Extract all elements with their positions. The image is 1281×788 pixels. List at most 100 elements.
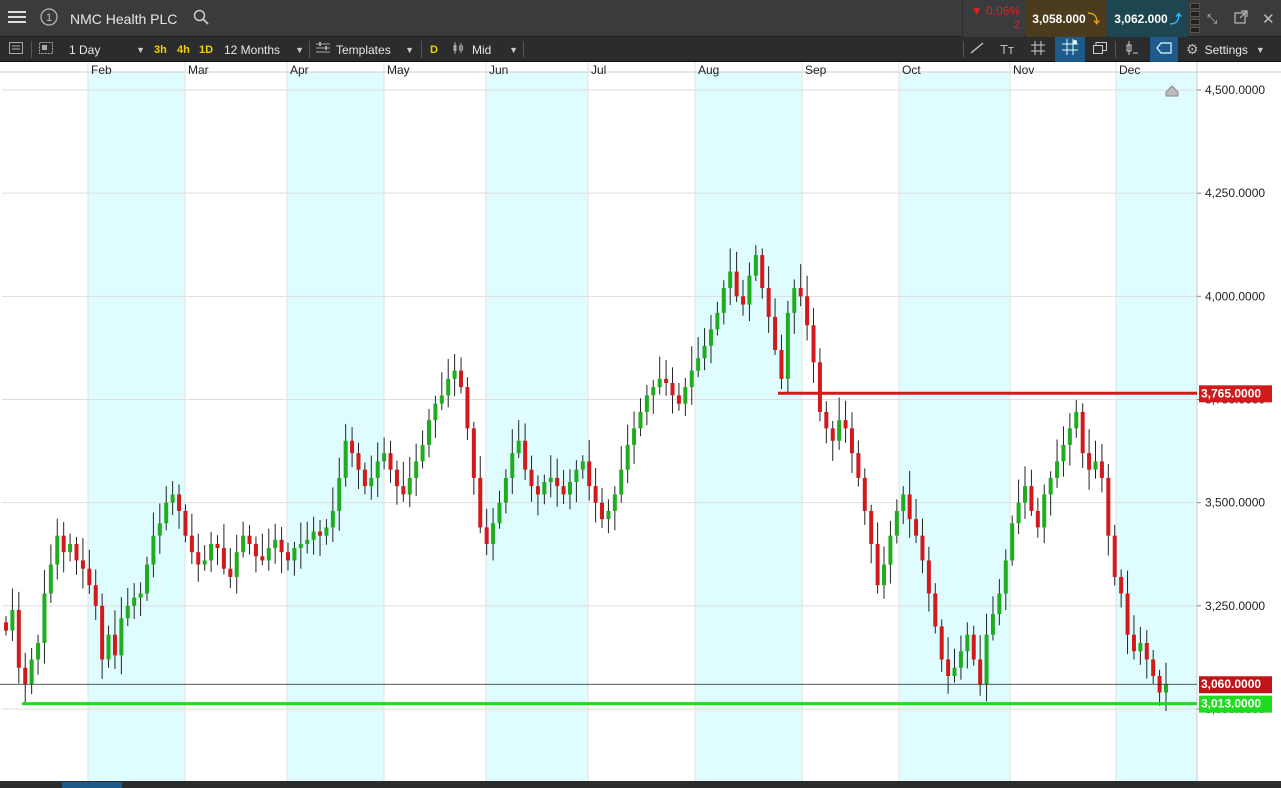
- crosshair-button[interactable]: [1055, 37, 1085, 62]
- draw-line-button[interactable]: [970, 37, 984, 62]
- candle-body: [920, 535, 925, 561]
- candle-body: [785, 312, 790, 379]
- scroll-thumb: [62, 782, 122, 788]
- month-label: Feb: [91, 63, 112, 77]
- windows-button[interactable]: [1093, 37, 1107, 62]
- interval-select[interactable]: 1 Day ▼: [69, 37, 145, 62]
- candle-body: [452, 370, 457, 379]
- candle-body: [260, 556, 265, 561]
- candle-body: [16, 609, 21, 668]
- candle-body: [196, 552, 201, 565]
- candle-body: [112, 634, 117, 656]
- candle-body: [683, 387, 688, 404]
- chevron-down-icon: ▼: [405, 44, 414, 55]
- candle-body: [715, 312, 720, 330]
- close-button[interactable]: ✕: [1262, 0, 1275, 37]
- candle-body: [708, 329, 713, 346]
- candle-body: [503, 477, 508, 503]
- settings-button[interactable]: ⚙ Settings ▼: [1186, 37, 1265, 62]
- d-button[interactable]: D: [430, 37, 438, 62]
- text-tool-button[interactable]: Tт: [1000, 37, 1014, 62]
- indicator-button[interactable]: [1124, 37, 1138, 62]
- top-bar: 1 NMC Health PLC ▼ 0.06% 2 3,058.000 ⤵ 3…: [0, 0, 1281, 37]
- candle-body: [914, 519, 919, 536]
- candle-body: [1106, 477, 1111, 536]
- candle-body: [356, 453, 361, 470]
- quick-3h-label: 3h: [154, 43, 167, 56]
- grid-button[interactable]: [1031, 37, 1045, 62]
- y-tick-label: 4,000.0000: [1205, 289, 1265, 303]
- price-chart[interactable]: Feb Mar Apr May Jun Jul Aug Sep Oct Nov Dec 4,500.…: [0, 62, 1281, 788]
- candle-body: [670, 382, 675, 396]
- candle-body: [1029, 486, 1034, 511]
- price-type-value: Mid: [472, 42, 492, 57]
- list-button[interactable]: [9, 37, 23, 62]
- candle-body: [1119, 576, 1124, 594]
- month-band: [486, 62, 588, 782]
- instrument-title[interactable]: NMC Health PLC: [70, 0, 177, 37]
- candle-body: [612, 494, 617, 511]
- candle-body: [702, 345, 707, 359]
- candle-body: [862, 477, 867, 511]
- candle-body: [369, 477, 374, 487]
- candle-body: [1087, 453, 1092, 470]
- candle-body: [1055, 461, 1060, 478]
- candle-body: [266, 548, 271, 561]
- candle-body: [420, 444, 425, 462]
- candle-body: [382, 453, 387, 462]
- templates-select[interactable]: Templates ▼: [316, 37, 414, 62]
- quick-1d-label: 1D: [199, 43, 214, 56]
- candle-body: [1144, 642, 1149, 660]
- chevron-down-icon: ▼: [136, 44, 145, 55]
- shrink-button[interactable]: ⤡: [1207, 0, 1217, 37]
- buy-price-button[interactable]: 3,062.000 ⤴: [1108, 0, 1188, 37]
- candle-body: [202, 560, 207, 565]
- candle-body: [849, 428, 854, 454]
- price-label-button[interactable]: [1150, 37, 1178, 62]
- candle-body: [279, 539, 284, 553]
- price-type-select[interactable]: Mid ▼: [452, 37, 518, 62]
- candle-body: [1093, 461, 1098, 470]
- chevron-down-icon: ▼: [509, 44, 518, 55]
- candle-body: [471, 428, 476, 478]
- quick-3h-button[interactable]: 3h: [154, 37, 167, 62]
- current-price-tag: 3,060.0000: [1201, 677, 1261, 691]
- layout-button[interactable]: [39, 37, 53, 62]
- popout-button[interactable]: [1234, 0, 1248, 37]
- candle-body: [548, 477, 553, 483]
- candle-body: [984, 634, 989, 685]
- chart-toolbar: 1 Day ▼ 3h 4h 1D 12 Months ▼ Templates ▼…: [0, 37, 1281, 62]
- candle-body: [337, 477, 342, 511]
- menu-button[interactable]: [8, 0, 26, 37]
- month-label: Sep: [805, 63, 827, 77]
- candle-body: [253, 543, 258, 557]
- chevron-down-icon: ▼: [295, 44, 304, 55]
- quick-4h-label: 4h: [177, 43, 190, 56]
- candle-body: [644, 395, 649, 412]
- templates-label: Templates: [336, 42, 391, 57]
- quick-4h-button[interactable]: 4h: [177, 37, 190, 62]
- candle-body: [741, 296, 746, 305]
- month-label: Apr: [290, 63, 309, 77]
- grid-icon: [1031, 41, 1045, 58]
- range-select[interactable]: 12 Months ▼: [224, 37, 304, 62]
- layout-icon: [39, 42, 53, 57]
- candle-body: [170, 494, 175, 503]
- candle-body: [183, 510, 188, 536]
- search-button[interactable]: [193, 0, 209, 37]
- candle-body: [734, 271, 739, 297]
- candle-body: [388, 453, 393, 470]
- candle-body: [875, 543, 880, 586]
- candle-body: [80, 560, 85, 569]
- sell-price-button[interactable]: 3,058.000 ⤵: [1026, 0, 1106, 37]
- candle-body: [433, 403, 438, 421]
- info-button[interactable]: 1: [40, 0, 58, 37]
- candle-body: [273, 539, 278, 549]
- change-count: 2: [1013, 19, 1020, 31]
- candle-body: [439, 395, 444, 404]
- candle-body: [48, 564, 53, 594]
- candle-body: [952, 667, 957, 676]
- candle-body: [593, 486, 598, 503]
- y-tick-label: 3,500.0000: [1205, 496, 1265, 510]
- quick-1d-button[interactable]: 1D: [199, 37, 213, 62]
